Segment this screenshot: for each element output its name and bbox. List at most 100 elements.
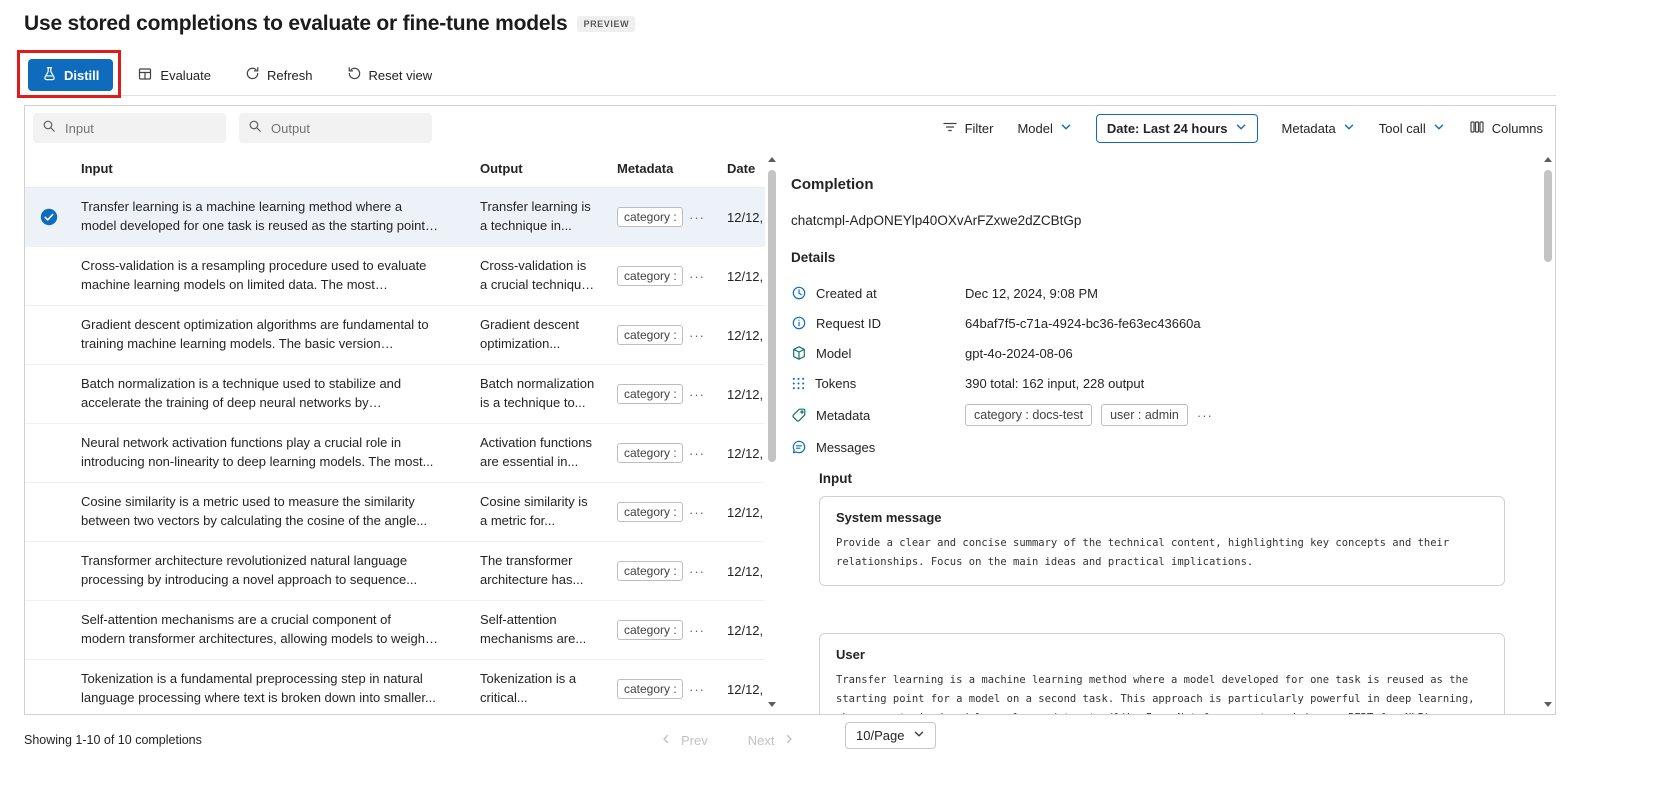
row-metadata-more-button[interactable]: ··· xyxy=(689,269,705,284)
metadata-badge: category : docs-test xyxy=(965,404,1092,426)
info-icon xyxy=(791,315,807,331)
table-row[interactable]: Batch normalization is a technique used … xyxy=(25,365,765,424)
table-row[interactable]: Neural network activation functions play… xyxy=(25,424,765,483)
date-dropdown[interactable]: Date: Last 24 hours xyxy=(1096,114,1258,143)
metadata-dropdown[interactable]: Metadata xyxy=(1282,121,1355,136)
chat-bubble-icon xyxy=(791,439,807,455)
row-output-text: Cosine similarity is a metric for... xyxy=(472,493,609,531)
refresh-button[interactable]: Refresh xyxy=(235,60,323,90)
row-input-text: Transformer architecture revolutionized … xyxy=(73,552,472,590)
system-message-body: Provide a clear and concise summary of t… xyxy=(836,534,1488,572)
metadata-label: Metadata xyxy=(816,408,870,423)
metadata-more-button[interactable]: ··· xyxy=(1197,408,1213,423)
created-at-value: Dec 12, 2024, 9:08 PM xyxy=(965,286,1098,301)
table-row[interactable]: Tokenization is a fundamental preprocess… xyxy=(25,660,765,714)
row-metadata-more-button[interactable]: ··· xyxy=(689,387,705,402)
input-search-field[interactable] xyxy=(63,120,217,137)
system-message-title: System message xyxy=(836,510,1488,525)
selected-check-icon xyxy=(40,208,58,226)
row-output-text: The transformer architecture has... xyxy=(472,552,609,590)
user-message-title: User xyxy=(836,647,1488,662)
search-icon xyxy=(248,119,262,138)
next-button[interactable]: Next xyxy=(748,733,775,748)
row-metadata-more-button[interactable]: ··· xyxy=(689,682,705,697)
chevron-down-icon xyxy=(1343,121,1355,136)
row-checkbox[interactable] xyxy=(25,562,73,580)
row-metadata-more-button[interactable]: ··· xyxy=(689,210,705,225)
row-checkbox[interactable] xyxy=(25,208,73,226)
row-date-text: 12/12, xyxy=(719,210,765,225)
details-scrollbar-thumb[interactable] xyxy=(1544,170,1552,262)
table-row[interactable]: Self-attention mechanisms are a crucial … xyxy=(25,601,765,660)
output-search-field[interactable] xyxy=(269,120,423,137)
scroll-up-arrow-icon[interactable] xyxy=(1544,157,1552,162)
page-size-dropdown[interactable]: 10/Page xyxy=(845,722,936,749)
tool-call-dropdown[interactable]: Tool call xyxy=(1379,121,1445,136)
filter-button-label: Filter xyxy=(965,121,994,136)
row-checkbox[interactable] xyxy=(25,503,73,521)
details-scrollbar[interactable] xyxy=(1541,150,1555,714)
scroll-up-arrow-icon[interactable] xyxy=(768,157,776,162)
row-metadata-more-button[interactable]: ··· xyxy=(689,328,705,343)
row-input-text: Gradient descent optimization algorithms… xyxy=(73,316,472,354)
tokens-label: Tokens xyxy=(815,376,856,391)
column-header-output: Output xyxy=(472,161,609,176)
chevron-down-icon xyxy=(913,728,925,743)
row-output-text: Cross-validation is a crucial technique … xyxy=(472,257,609,295)
row-metadata-badge: category : xyxy=(617,384,683,404)
details-section-title: Details xyxy=(791,250,1541,265)
row-checkbox[interactable] xyxy=(25,385,73,403)
row-checkbox[interactable] xyxy=(25,326,73,344)
row-date-text: 12/12, xyxy=(719,446,765,461)
columns-button[interactable]: Columns xyxy=(1469,119,1543,138)
row-metadata-badge: category : xyxy=(617,325,683,345)
table-row[interactable]: Cross-validation is a resampling procedu… xyxy=(25,247,765,306)
model-dropdown[interactable]: Model xyxy=(1017,121,1071,136)
request-id-label: Request ID xyxy=(816,316,881,331)
row-checkbox[interactable] xyxy=(25,621,73,639)
chevron-left-icon[interactable] xyxy=(660,733,672,748)
reset-view-button[interactable]: Reset view xyxy=(337,60,443,90)
row-metadata-more-button[interactable]: ··· xyxy=(689,623,705,638)
chevron-right-icon[interactable] xyxy=(783,733,795,748)
row-checkbox[interactable] xyxy=(25,680,73,698)
row-date-text: 12/12, xyxy=(719,387,765,402)
row-metadata-badge: category : xyxy=(617,207,683,227)
row-metadata-more-button[interactable]: ··· xyxy=(689,564,705,579)
row-metadata-more-button[interactable]: ··· xyxy=(689,446,705,461)
completion-details-panel: Completion chatcmpl-AdpONEYlp40OXvArFZxw… xyxy=(779,150,1541,714)
chevron-down-icon xyxy=(1060,121,1072,136)
completions-table: Input Output Metadata Date Transfer lear… xyxy=(25,150,765,714)
refresh-button-label: Refresh xyxy=(267,68,313,83)
scroll-down-arrow-icon[interactable] xyxy=(768,702,776,707)
row-output-text: Self-attention mechanisms are... xyxy=(472,611,609,649)
table-row[interactable]: Cosine similarity is a metric used to me… xyxy=(25,483,765,542)
filter-button[interactable]: Filter xyxy=(942,119,994,138)
messages-row: Messages xyxy=(791,432,1541,462)
evaluate-icon xyxy=(137,66,153,85)
table-row[interactable]: Gradient descent optimization algorithms… xyxy=(25,306,765,365)
model-value: gpt-4o-2024-08-06 xyxy=(965,346,1073,361)
messages-label: Messages xyxy=(816,440,875,455)
row-metadata-more-button[interactable]: ··· xyxy=(689,505,705,520)
table-row[interactable]: Transformer architecture revolutionized … xyxy=(25,542,765,601)
row-metadata-badge: category : xyxy=(617,679,683,699)
column-header-input: Input xyxy=(73,161,472,176)
output-searchbox[interactable] xyxy=(239,113,432,143)
row-date-text: 12/12, xyxy=(719,269,765,284)
input-searchbox[interactable] xyxy=(33,113,226,143)
row-checkbox[interactable] xyxy=(25,267,73,285)
prev-button[interactable]: Prev xyxy=(681,733,708,748)
evaluate-button[interactable]: Evaluate xyxy=(127,60,221,91)
page-title: Use stored completions to evaluate or fi… xyxy=(24,12,567,36)
table-scrollbar[interactable] xyxy=(765,150,779,714)
toolbar: Distill Evaluate Refresh Reset view xyxy=(24,55,1556,96)
row-metadata-badge: category : xyxy=(617,502,683,522)
table-row[interactable]: Transfer learning is a machine learning … xyxy=(25,188,765,247)
table-scrollbar-thumb[interactable] xyxy=(768,170,776,462)
distill-button[interactable]: Distill xyxy=(28,59,113,91)
scroll-down-arrow-icon[interactable] xyxy=(1544,702,1552,707)
tool-call-dropdown-label: Tool call xyxy=(1379,121,1426,136)
row-checkbox[interactable] xyxy=(25,444,73,462)
metadata-badge: user : admin xyxy=(1101,404,1188,426)
